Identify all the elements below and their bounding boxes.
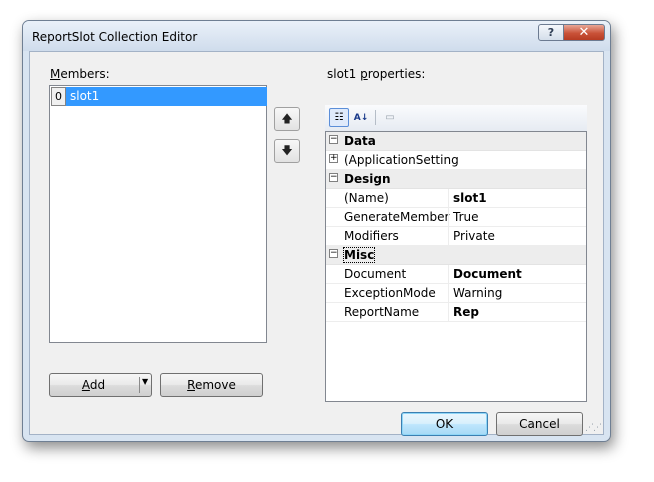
property-name: Modifiers [344,229,399,243]
property-pages-icon[interactable]: ▭ [380,108,400,127]
move-up-button[interactable]: 🡅 [274,107,300,131]
members-listbox[interactable]: 0 slot1 [49,85,267,343]
add-button-divider [139,377,140,393]
title-bar[interactable]: ReportSlot Collection Editor ? ✕ [23,21,610,51]
collection-editor-dialog: ReportSlot Collection Editor ? ✕ Members… [22,20,611,442]
arrow-up-icon: 🡅 [281,111,293,125]
add-button-label: Add [81,378,106,392]
window-title: ReportSlot Collection Editor [32,30,198,44]
collapse-icon[interactable]: − [329,135,338,144]
property-row-generate-member[interactable]: GenerateMember True [326,208,586,227]
property-row-exception-mode[interactable]: ExceptionMode Warning [326,284,586,303]
help-icon: ? [547,26,555,39]
member-name: slot1 [66,87,267,106]
category-row-data[interactable]: − Data [326,132,586,151]
property-value[interactable]: Rep [448,303,479,321]
property-row-document[interactable]: Document Document [326,265,586,284]
ok-button-label: OK [435,417,454,431]
property-name: (ApplicationSetting [344,153,459,167]
property-grid-toolbar: ☷ A↓ ▭ [325,105,587,131]
members-label: Members: [50,67,110,81]
property-name: (Name) [344,191,389,205]
property-value[interactable]: slot1 [448,189,487,207]
member-index: 0 [51,87,66,106]
dropdown-arrow-icon[interactable]: ▼ [142,377,148,386]
category-row-design[interactable]: − Design [326,170,586,189]
category-name: Design [344,172,391,186]
close-button[interactable]: ✕ [563,24,605,41]
categorized-icon[interactable]: ☷ [329,108,349,127]
alphabetical-sort-icon[interactable]: A↓ [351,108,371,127]
collapse-icon[interactable]: − [329,173,338,182]
resize-grip-icon[interactable]: ⋰⋰ [585,423,602,433]
expand-icon[interactable]: + [329,154,338,163]
category-row-misc[interactable]: − Misc [326,246,586,265]
remove-button[interactable]: Remove [160,373,263,397]
category-name: Data [344,134,376,148]
cancel-button[interactable]: Cancel [496,412,583,436]
help-button[interactable]: ? [538,24,564,41]
arrow-down-icon: 🡇 [281,143,293,157]
collapse-icon[interactable]: − [329,249,338,258]
property-value[interactable]: Private [448,227,495,245]
property-value[interactable]: Document [448,265,522,283]
dialog-client-area: Members: 0 slot1 🡅 🡇 Add ▼ Remove slot1 … [29,51,604,436]
close-icon: ✕ [578,25,590,40]
property-row-modifiers[interactable]: Modifiers Private [326,227,586,246]
cancel-button-label: Cancel [519,417,560,431]
property-row-name[interactable]: (Name) slot1 [326,189,586,208]
property-name: GenerateMember [344,210,450,224]
category-name: Misc [342,247,376,263]
move-down-button[interactable]: 🡇 [274,139,300,163]
property-name: Document [344,267,407,281]
add-button[interactable]: Add ▼ [49,373,152,397]
property-value[interactable]: True [448,208,479,226]
property-value[interactable]: Warning [448,284,502,302]
toolbar-separator [375,110,376,125]
property-name: ExceptionMode [344,286,436,300]
property-row-application-settings[interactable]: + (ApplicationSetting [326,151,586,170]
list-item[interactable]: 0 slot1 [51,87,267,106]
property-name: ReportName [344,305,420,319]
properties-label: slot1 properties: [327,67,426,81]
property-grid[interactable]: − Data + (ApplicationSetting − Design (N… [325,131,587,402]
ok-button[interactable]: OK [401,412,488,436]
remove-button-label: Remove [187,378,236,392]
property-row-report-name[interactable]: ReportName Rep [326,303,586,322]
